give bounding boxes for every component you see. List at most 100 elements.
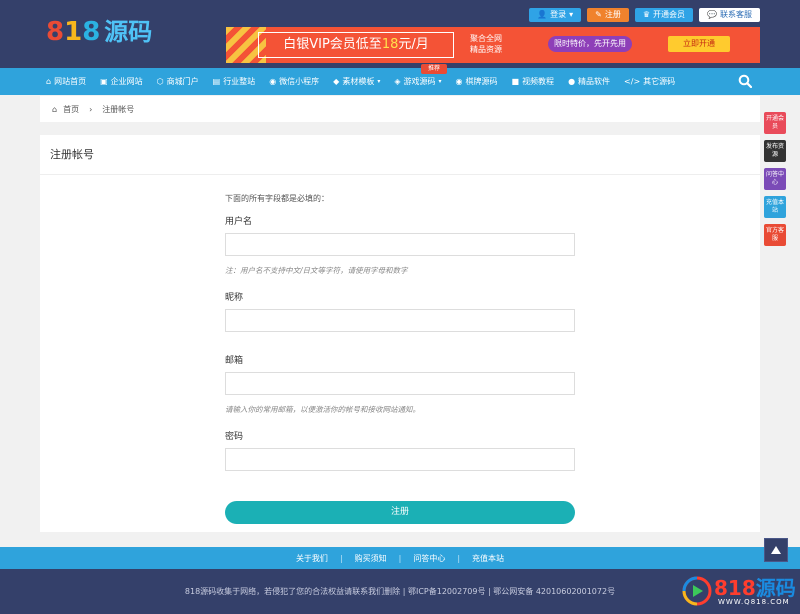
nav-item-label: 棋牌源码: [465, 77, 498, 86]
grid-icon: ▤: [212, 77, 221, 86]
username-hint: 注：用户名不支持中文/日文等字符，请使用字母和数字: [225, 266, 408, 275]
chevron-down-icon: ▾: [377, 78, 381, 85]
crown-icon: ♛: [642, 10, 651, 19]
chevron-down-icon: ▾: [438, 78, 442, 85]
nav-item-label: 行业整站: [223, 77, 256, 86]
recommend-badge: 推荐: [421, 64, 447, 74]
footer-text: 818源码收集于网络，若侵犯了您的合法权益请联系我们删除 | 鄂ICP备1200…: [0, 586, 800, 597]
breadcrumb-current: 注册帐号: [102, 104, 135, 114]
footer-link-notice[interactable]: 购买须知: [355, 553, 387, 564]
code-icon: </>: [624, 77, 641, 86]
banner-sub: 聚合全网 精品资源: [470, 33, 510, 55]
back-to-top-button[interactable]: [764, 538, 788, 562]
nav-item-label: 网站首页: [54, 77, 87, 86]
watermark-num: 818: [714, 576, 756, 600]
top-actions: 👤 登录 ▾ ✎ 注册 ♛ 开通会员 💬 联系客服: [529, 8, 760, 22]
nav-item[interactable]: ⬡ 商城门户: [157, 76, 199, 87]
register-card: 注册帐号 下面的所有字段都是必填的： 用户名 注：用户名不支持中文/日文等字符，…: [40, 135, 760, 532]
police-link[interactable]: 鄂公网安备 42010602001072号: [493, 587, 615, 596]
nav-item-label: 微信小程序: [279, 77, 320, 86]
login-label: 登录: [550, 10, 567, 19]
service-button[interactable]: 💬 联系客服: [699, 8, 760, 22]
side-float-buttons: 开通会员发布资源问答中心充值本站官方客服: [764, 112, 786, 246]
banner-open-button[interactable]: 立即开通: [668, 36, 730, 52]
password-input[interactable]: [225, 448, 575, 471]
home-icon: ⌂: [52, 104, 58, 114]
vip-banner[interactable]: 白银VIP会员低至18元/月 聚合全网 精品资源 限时特价，先开先用 立即开通: [226, 27, 760, 63]
side-float-button[interactable]: 发布资源: [764, 140, 786, 162]
watermark-cn: 源码: [755, 576, 796, 600]
nav-item-label: 商城门户: [166, 77, 199, 86]
nav-item[interactable]: ◉ 微信小程序: [269, 76, 319, 87]
nav-item[interactable]: ◈ 游戏源码 ▾: [394, 76, 441, 87]
chat-icon: 💬: [707, 10, 717, 19]
chevron-down-icon: ▾: [569, 10, 574, 19]
breadcrumb-home[interactable]: 首页: [63, 104, 79, 115]
nav-item[interactable]: ◉ 棋牌源码: [456, 76, 498, 87]
nav-item-label: 精品软件: [578, 77, 611, 86]
chess-icon: ◉: [455, 77, 463, 86]
nickname-label: 昵称: [225, 293, 244, 303]
logo-digit: 8: [46, 17, 65, 47]
side-float-button[interactable]: 官方客服: [764, 224, 786, 246]
register-submit-button[interactable]: 注册: [225, 501, 575, 524]
diamond-icon: ◈: [394, 77, 401, 86]
footer-separator: |: [457, 553, 461, 563]
banner-promo-pill: 限时特价，先开先用: [548, 36, 632, 52]
service-label: 联系客服: [720, 10, 752, 19]
site-logo[interactable]: 818 源码: [46, 12, 152, 47]
arrow-up-icon: [771, 546, 781, 554]
username-label: 用户名: [225, 217, 253, 227]
watermark-url: WWW.Q818.COM: [718, 598, 790, 606]
footer-link-recharge[interactable]: 充值本站: [472, 553, 504, 564]
icp-link[interactable]: 鄂ICP备12002709号: [408, 587, 486, 596]
nav-item-label: 其它源码: [643, 77, 676, 86]
register-button[interactable]: ✎ 注册: [587, 8, 629, 22]
nav-item[interactable]: ▣ 企业网站: [100, 76, 143, 87]
nav-item-label: 视频教程: [522, 77, 555, 86]
email-input[interactable]: [225, 372, 575, 395]
nav-item[interactable]: ▤ 行业整站: [213, 76, 256, 87]
logo-text: 源码: [104, 18, 153, 46]
nav-item[interactable]: </> 其它源码: [624, 76, 675, 87]
footer-separator: |: [398, 553, 402, 563]
footer-separator: |: [339, 553, 343, 563]
login-button[interactable]: 👤 登录 ▾: [529, 8, 582, 22]
footer-link-qa[interactable]: 问答中心: [413, 553, 445, 564]
side-float-button[interactable]: 充值本站: [764, 196, 786, 218]
side-float-button[interactable]: 开通会员: [764, 112, 786, 134]
top-header: 8 18 源码 👤 登录 ▾ ✎ 注册 ♛ 开通会员 💬 联系客服 白银VIP会员低…: [0, 0, 800, 68]
nav-item[interactable]: ■ 视频教程: [512, 76, 555, 87]
footer-links: 关于我们 | 购买须知 | 问答中心 | 充值本站: [0, 547, 800, 569]
watermark-text: 818源码: [714, 572, 796, 601]
star-icon: ●: [568, 77, 576, 86]
footer-link-about[interactable]: 关于我们: [296, 553, 328, 564]
register-form: 下面的所有字段都是必填的： 用户名 注：用户名不支持中文/日文等字符，请使用字母…: [225, 193, 575, 524]
nav-item-label: 素材模板: [342, 77, 375, 86]
username-input[interactable]: [225, 233, 575, 256]
watermark-logo: 818源码 WWW.Q818.COM: [682, 572, 798, 610]
nav-items: ⌂ 网站首页 ▣ 企业网站 ⬡ 商城门户 ▤ 行业整站 ◉ 微信小程序 ◆ 素材模板 ▾ ◈ 游戏源码 ▾ ◉ 棋…: [46, 68, 689, 95]
logo-digit: 1: [64, 17, 83, 47]
building-icon: ▣: [100, 77, 108, 86]
banner-sub-line: 精品资源: [470, 45, 502, 54]
search-icon[interactable]: [738, 74, 752, 88]
side-float-button[interactable]: 问答中心: [764, 168, 786, 190]
footer: 818源码收集于网络，若侵犯了您的合法权益请联系我们删除 | 鄂ICP备1200…: [0, 569, 800, 614]
nav-item-label: 游戏源码: [403, 77, 436, 86]
nickname-input[interactable]: [225, 309, 575, 332]
wechat-icon: ◉: [269, 77, 277, 86]
nav-item-label: 企业网站: [110, 77, 143, 86]
tag-icon: ◆: [333, 77, 340, 86]
password-label: 密码: [225, 432, 244, 442]
nav-item[interactable]: ● 精品软件: [568, 76, 610, 87]
nav-item[interactable]: ◆ 素材模板 ▾: [333, 76, 380, 87]
nav-item[interactable]: ⌂ 网站首页: [46, 76, 86, 87]
banner-sub-line: 聚合全网: [470, 34, 502, 43]
vip-button[interactable]: ♛ 开通会员: [634, 8, 694, 22]
banner-headline: 白银VIP会员低至18元/月: [258, 32, 454, 58]
banner-price: 18: [381, 37, 399, 52]
video-icon: ■: [511, 77, 520, 86]
email-label: 邮箱: [225, 356, 244, 366]
breadcrumb-separator: ›: [89, 104, 93, 114]
